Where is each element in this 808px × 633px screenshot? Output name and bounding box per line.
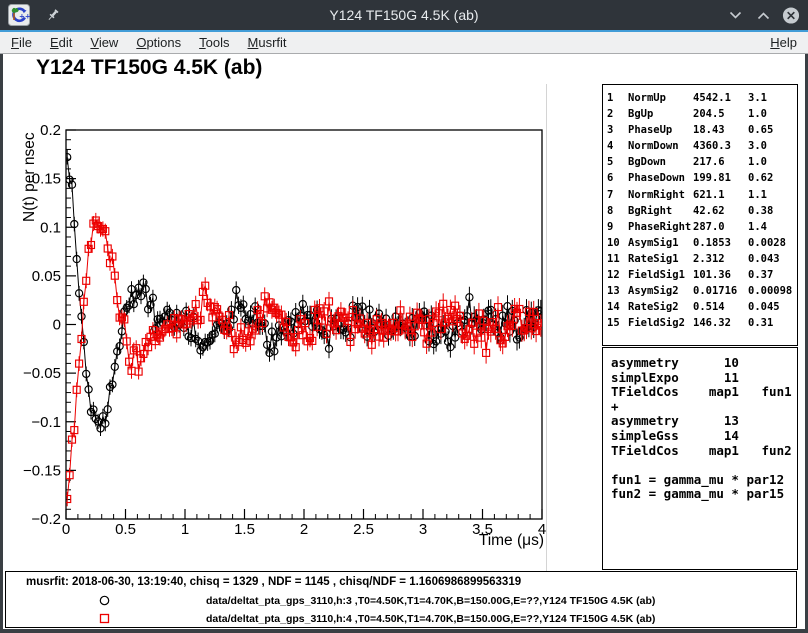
menu-item-view[interactable]: View [81,32,127,53]
param-row: 4NormDown4360.33.0 [607,138,797,154]
x-tick-label: 3 [419,521,427,538]
param-row: 6PhaseDown199.810.62 [607,170,797,186]
pin-icon[interactable] [46,8,60,22]
theory-line: simpleGss 14 [611,429,797,444]
param-row: 5BgDown217.61.0 [607,154,797,170]
param-row: 10AsymSig10.18530.0028 [607,235,797,251]
series-square [64,213,545,506]
y-tick-label: −0.15 [23,462,61,479]
theory-line: asymmetry 10 [611,356,797,371]
chevron-up-button[interactable] [754,6,772,24]
x-axis-title: Time (μs) [479,532,544,549]
param-row: 13AsymSig20.017160.00098 [607,283,797,299]
param-row: 3PhaseUp18.430.65 [607,122,797,138]
plot-area[interactable]: 0.20.150.10.050−0.05−0.1−0.15−0.200.511.… [3,54,603,629]
param-row: 14RateSig20.5140.045 [607,299,797,315]
window-controls [726,0,800,30]
titlebar: ++ Y124 TF150G 4.5K (ab) [0,0,808,30]
theory-line: asymmetry 13 [611,414,797,429]
y-tick-label: −0.1 [31,414,61,431]
app-window: ++ Y124 TF150G 4.5K (ab) [0,0,808,633]
menu-item-edit[interactable]: Edit [41,32,81,53]
menu-item-musrfit[interactable]: Musrfit [239,32,296,53]
y-tick-label: −0.05 [23,365,61,382]
y-tick-label: 0.2 [40,122,61,139]
param-row: 8BgRight42.620.38 [607,203,797,219]
menubar-items: FileEditViewOptionsToolsMusrfit [0,32,296,53]
theory-line: + [611,400,797,415]
menu-item-help[interactable]: Help [761,32,806,53]
y-tick-label: −0.2 [31,511,61,528]
fit-status-line: musrfit: 2018-06-30, 13:19:40, chisq = 1… [26,576,521,588]
info-legend-pad: musrfit: 2018-06-30, 13:19:40, chisq = 1… [5,571,797,628]
x-tick-label: 1.5 [234,521,255,538]
theory-line: simplExpo 11 [611,371,797,386]
fit-parameter-table: 1NormUp4542.13.12BgUp204.51.03PhaseUp18.… [602,84,798,346]
y-tick-label: 0.05 [32,268,61,285]
x-tick-label: 0.5 [115,521,136,538]
legend-circle-marker-icon [98,594,111,607]
pad-divider [546,84,547,571]
x-tick-label: 1 [181,521,189,538]
y-tick-label: 0 [53,317,61,334]
y-axis-title: N(t) per nsec [21,132,38,222]
theory-line: TFieldCos map1 fun1 [611,385,797,400]
x-tick-label: 2.5 [353,521,374,538]
param-row: 15FieldSig2146.320.31 [607,315,797,331]
chevron-down-button[interactable] [726,6,744,24]
menu-item-file[interactable]: File [2,32,41,53]
param-row: 12FieldSig1101.360.37 [607,267,797,283]
app-icon[interactable]: ++ [8,4,30,26]
param-row: 7NormRight621.11.1 [607,187,797,203]
theory-block: asymmetry 10simplExpo 11TFieldCos map1 f… [602,347,798,570]
param-row: 2BgUp204.51.0 [607,106,797,122]
theory-line [611,458,797,473]
menu-item-options[interactable]: Options [127,32,190,53]
legend-label-hist4: data/deltat_pta_gps_3110,h:4 ,T0=4.50K,T… [206,613,655,625]
x-tick-label: 2 [300,521,308,538]
x-tick-label: 0 [62,521,70,538]
legend-label-hist3: data/deltat_pta_gps_3110,h:3 ,T0=4.50K,T… [206,595,655,607]
legend-square-marker-icon [98,612,111,625]
svg-text:++: ++ [19,13,30,21]
menubar: FileEditViewOptionsToolsMusrfit Help [0,32,808,54]
root-canvas[interactable]: Y124 TF150G 4.5K (ab) 0.20.150.10.050−0.… [3,54,805,629]
theory-line: fun2 = gamma_mu * par15 [611,487,797,502]
param-row: 11RateSig12.3120.043 [607,251,797,267]
theory-line: TFieldCos map1 fun2 [611,444,797,459]
y-tick-label: 0.1 [40,219,61,236]
menu-item-tools[interactable]: Tools [190,32,238,53]
param-row: 1NormUp4542.13.1 [607,90,797,106]
theory-line: fun1 = gamma_mu * par12 [611,473,797,488]
menubar-right: Help [761,32,808,53]
window-title: Y124 TF150G 4.5K (ab) [329,0,478,30]
close-button[interactable] [782,6,800,24]
param-row: 9PhaseRight287.01.4 [607,219,797,235]
series-circle [64,150,545,436]
